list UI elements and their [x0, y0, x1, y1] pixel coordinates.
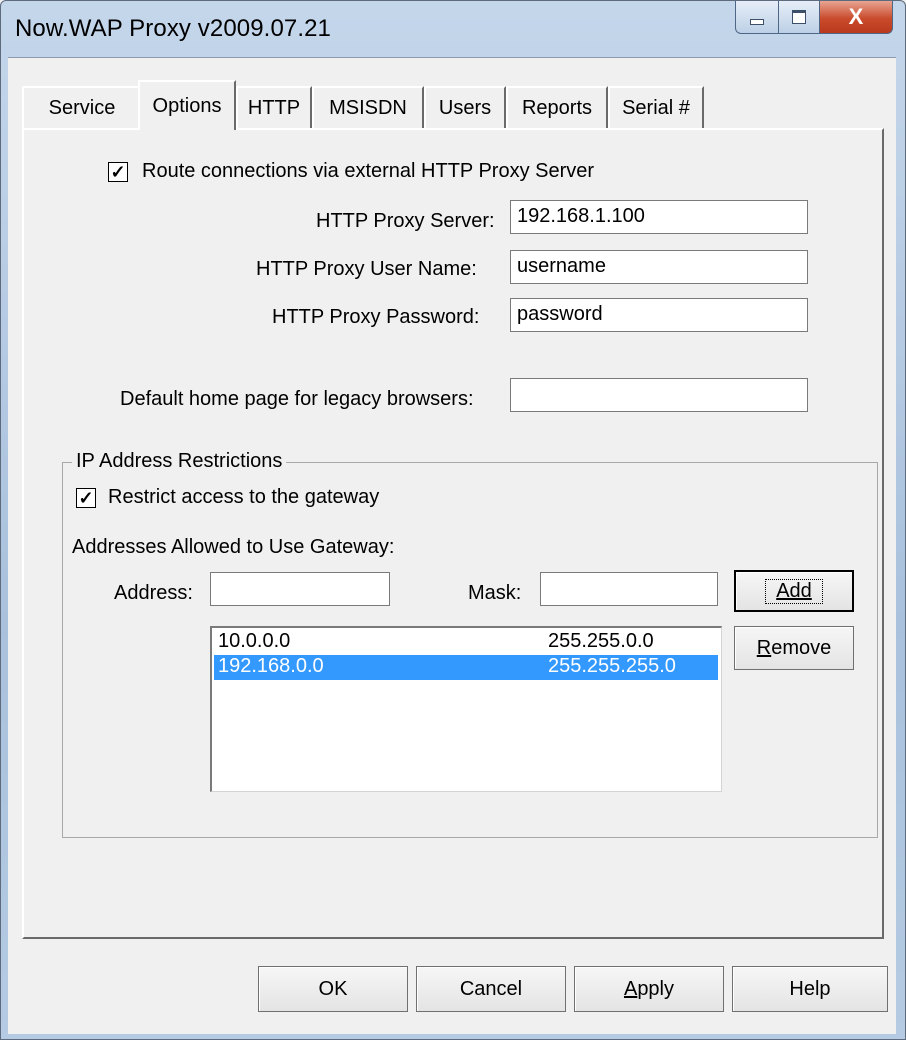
list-item[interactable]: 10.0.0.0 255.255.0.0 [214, 630, 718, 655]
restrict-access-label: Restrict access to the gateway [108, 486, 380, 508]
proxy-server-label: HTTP Proxy Server: [316, 210, 495, 232]
allowed-addresses-label: Addresses Allowed to Use Gateway: [72, 536, 395, 558]
proxy-server-input[interactable]: 192.168.1.100 [510, 200, 808, 234]
close-icon: X [848, 4, 864, 29]
tab-options[interactable]: Options [138, 80, 236, 130]
close-button[interactable]: X [820, 1, 893, 34]
help-button[interactable]: Help [732, 966, 888, 1012]
minimize-icon [750, 19, 764, 25]
proxy-password-input[interactable]: password [510, 298, 808, 332]
address-input[interactable] [210, 572, 390, 606]
ok-button[interactable]: OK [258, 966, 408, 1012]
tab-users[interactable]: Users [424, 86, 506, 128]
list-item-mask: 255.255.0.0 [548, 630, 654, 652]
list-item-address: 192.168.0.0 [218, 655, 324, 677]
tab-reports[interactable]: Reports [506, 86, 608, 128]
caption-buttons: X [735, 1, 893, 35]
list-item-selected[interactable]: 192.168.0.0 255.255.255.0 [214, 655, 718, 680]
tab-serial[interactable]: Serial # [608, 86, 704, 128]
route-proxy-checkbox[interactable]: ✓ [108, 162, 128, 182]
home-page-label: Default home page for legacy browsers: [120, 388, 474, 410]
mask-label: Mask: [468, 582, 522, 604]
tab-http[interactable]: HTTP [236, 86, 312, 128]
list-item-address: 10.0.0.0 [218, 630, 291, 652]
proxy-password-label: HTTP Proxy Password: [272, 306, 480, 328]
tab-service[interactable]: Service [22, 86, 140, 128]
address-label: Address: [114, 582, 193, 604]
add-button[interactable]: Add [734, 570, 854, 612]
proxy-user-input[interactable]: username [510, 250, 808, 284]
title-bar[interactable]: Now.WAP Proxy v2009.07.21 X [1, 1, 905, 59]
restrict-access-checkbox[interactable]: ✓ [76, 488, 96, 508]
list-item-mask: 255.255.255.0 [548, 655, 676, 677]
proxy-user-label: HTTP Proxy User Name: [256, 258, 477, 280]
mask-input[interactable] [540, 572, 718, 606]
window-title: Now.WAP Proxy v2009.07.21 [15, 15, 331, 42]
maximize-button[interactable] [779, 1, 820, 34]
ip-restrictions-title: IP Address Restrictions [72, 450, 287, 473]
apply-button[interactable]: Apply [574, 966, 724, 1012]
home-page-input[interactable] [510, 378, 808, 412]
remove-button[interactable]: Remove [734, 626, 854, 670]
tab-msisdn[interactable]: MSISDN [312, 86, 424, 128]
cancel-button[interactable]: Cancel [416, 966, 566, 1012]
maximize-icon [792, 10, 806, 24]
minimize-button[interactable] [735, 1, 779, 34]
allowed-address-list[interactable]: 10.0.0.0 255.255.0.0 192.168.0.0 255.255… [210, 626, 722, 792]
route-proxy-label: Route connections via external HTTP Prox… [142, 160, 595, 182]
